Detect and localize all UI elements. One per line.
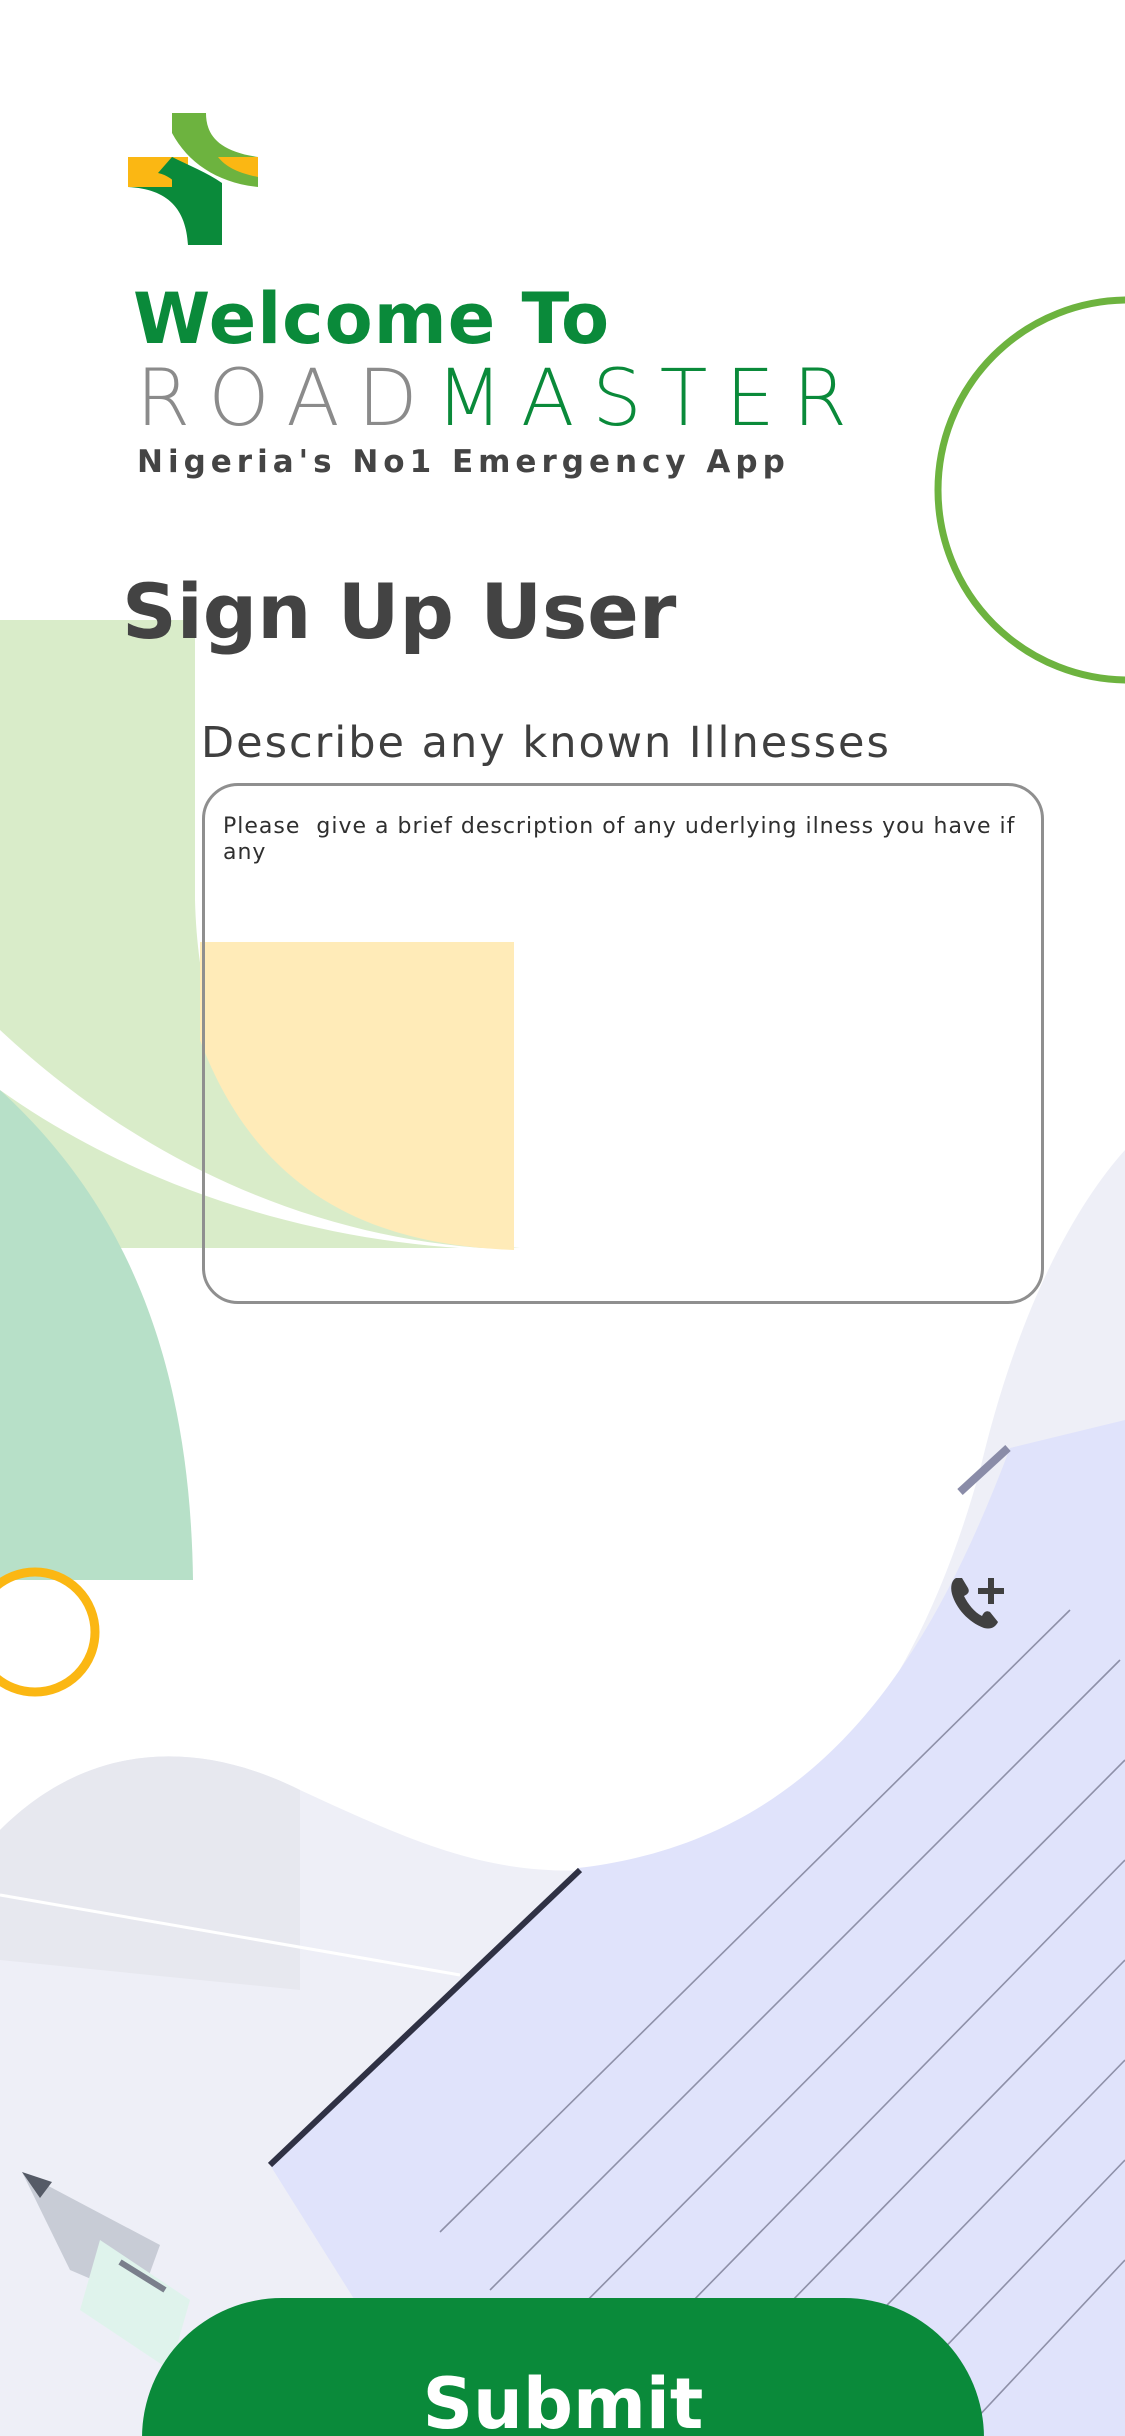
submit-button[interactable]: Submit (142, 2298, 984, 2436)
pen (22, 2172, 190, 2370)
notepad (270, 1420, 1125, 2436)
green-ring (934, 296, 1125, 684)
phone-add-icon (951, 1578, 1004, 1629)
illness-field-label: Describe any known Illnesses (201, 718, 891, 768)
medical-cross-logo (128, 113, 258, 245)
tagline: Nigeria's No1 Emergency App (137, 444, 790, 480)
mint-shape (0, 1090, 193, 1580)
desk-photo-area (0, 1150, 1125, 2436)
brand-name: ROADMASTER (136, 360, 865, 438)
welcome-heading: Welcome To (133, 278, 611, 360)
brand-name-master: MASTER (435, 354, 865, 444)
brand-name-road: ROAD (136, 354, 436, 444)
yellow-ring (0, 1567, 100, 1697)
page-title: Sign Up User (122, 567, 677, 656)
illness-description-input[interactable] (202, 783, 1044, 1304)
